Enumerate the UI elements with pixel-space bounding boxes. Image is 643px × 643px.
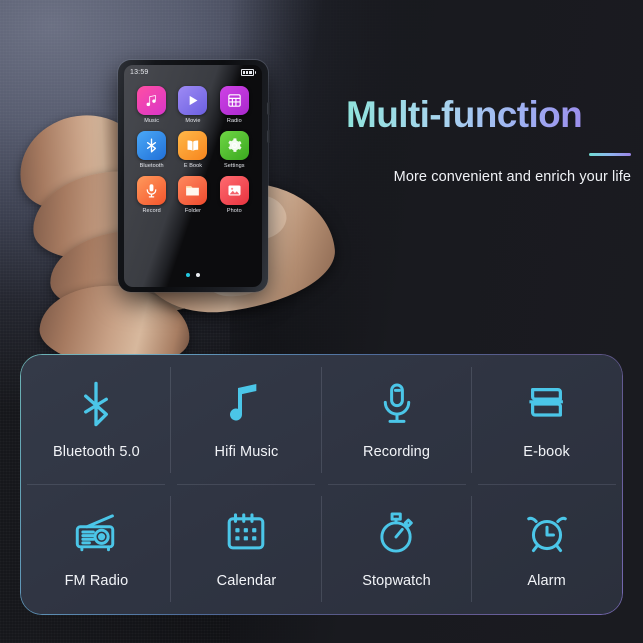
folder-icon <box>178 176 208 205</box>
feature-panel: Bluetooth 5.0 Hifi Music Recording E-boo… <box>20 354 623 615</box>
feature-grid: Bluetooth 5.0 Hifi Music Recording E-boo… <box>21 355 622 614</box>
status-time: 13:59 <box>130 69 149 76</box>
app-icon-movie[interactable]: Movie <box>173 86 212 124</box>
feature-hifi-music[interactable]: Hifi Music <box>171 355 322 485</box>
bluetooth-icon <box>137 131 167 160</box>
mp3-player-device: 13:59 Music Movie Radio Bluetooth E Book… <box>118 60 271 292</box>
app-icon-ebook[interactable]: E Book <box>173 131 212 169</box>
app-icon-folder[interactable]: Folder <box>173 176 212 214</box>
gear-icon <box>219 131 249 160</box>
feature-label: Calendar <box>216 573 277 590</box>
microphone-icon <box>137 176 167 205</box>
app-label: Folder <box>184 208 202 214</box>
feature-label: Hifi Music <box>214 443 279 460</box>
open-book-icon <box>178 131 208 160</box>
page-indicator-dots[interactable] <box>124 273 262 277</box>
radio-icon <box>73 509 119 557</box>
device-app-grid: Music Movie Radio Bluetooth E Book Setti… <box>124 80 262 214</box>
side-button-volume-up[interactable] <box>267 102 271 115</box>
feature-label: Bluetooth 5.0 <box>53 443 140 460</box>
app-icon-bluetooth[interactable]: Bluetooth <box>132 131 171 169</box>
music-note-icon <box>226 380 266 428</box>
app-label: E Book <box>183 163 203 169</box>
feature-label: Recording <box>363 443 431 460</box>
feature-stopwatch[interactable]: Stopwatch <box>322 485 472 614</box>
feature-label: E-book <box>523 443 570 460</box>
app-icon-radio[interactable]: Radio <box>215 86 254 124</box>
radio-grid-icon <box>219 86 249 115</box>
app-label: Settings <box>223 163 245 169</box>
page-title: Multi-function <box>346 95 631 135</box>
feature-bluetooth[interactable]: Bluetooth 5.0 <box>21 355 172 485</box>
accent-divider <box>589 152 631 156</box>
app-icon-photo[interactable]: Photo <box>215 176 254 214</box>
feature-alarm[interactable]: Alarm <box>472 485 622 614</box>
feature-calendar[interactable]: Calendar <box>171 485 322 614</box>
page-dot-active[interactable] <box>186 273 190 277</box>
alarm-clock-icon <box>525 509 569 557</box>
books-icon <box>525 380 569 428</box>
calendar-icon <box>225 509 267 557</box>
app-label: Photo <box>226 208 242 214</box>
headline-block: Multi-function More convenient and enric… <box>346 95 631 185</box>
battery-full-icon <box>240 69 256 76</box>
app-label: Music <box>144 118 160 124</box>
device-status-bar: 13:59 <box>124 65 262 80</box>
device-screen[interactable]: 13:59 Music Movie Radio Bluetooth E Book… <box>124 65 262 287</box>
app-label: Bluetooth <box>139 163 164 169</box>
page-dot-inactive[interactable] <box>196 273 200 277</box>
feature-recording[interactable]: Recording <box>322 355 472 485</box>
app-icon-music[interactable]: Music <box>132 86 171 124</box>
page-subtitle: More convenient and enrich your life <box>393 168 631 185</box>
app-label: Radio <box>226 118 242 124</box>
app-label: Record <box>142 208 161 214</box>
feature-fm-radio[interactable]: FM Radio <box>21 485 172 614</box>
photo-icon <box>219 176 249 205</box>
microphone-icon <box>378 380 416 428</box>
feature-label: Alarm <box>527 573 566 590</box>
play-icon <box>178 86 208 115</box>
app-icon-record[interactable]: Record <box>132 176 171 214</box>
app-icon-settings[interactable]: Settings <box>215 131 254 169</box>
bluetooth-icon <box>77 380 115 428</box>
stopwatch-icon <box>375 509 419 557</box>
app-label: Movie <box>185 118 201 124</box>
music-note-icon <box>137 86 167 115</box>
feature-label: Stopwatch <box>362 573 431 590</box>
side-button-volume-down[interactable] <box>267 130 271 143</box>
feature-ebook[interactable]: E-book <box>472 355 622 485</box>
feature-label: FM Radio <box>64 573 129 590</box>
